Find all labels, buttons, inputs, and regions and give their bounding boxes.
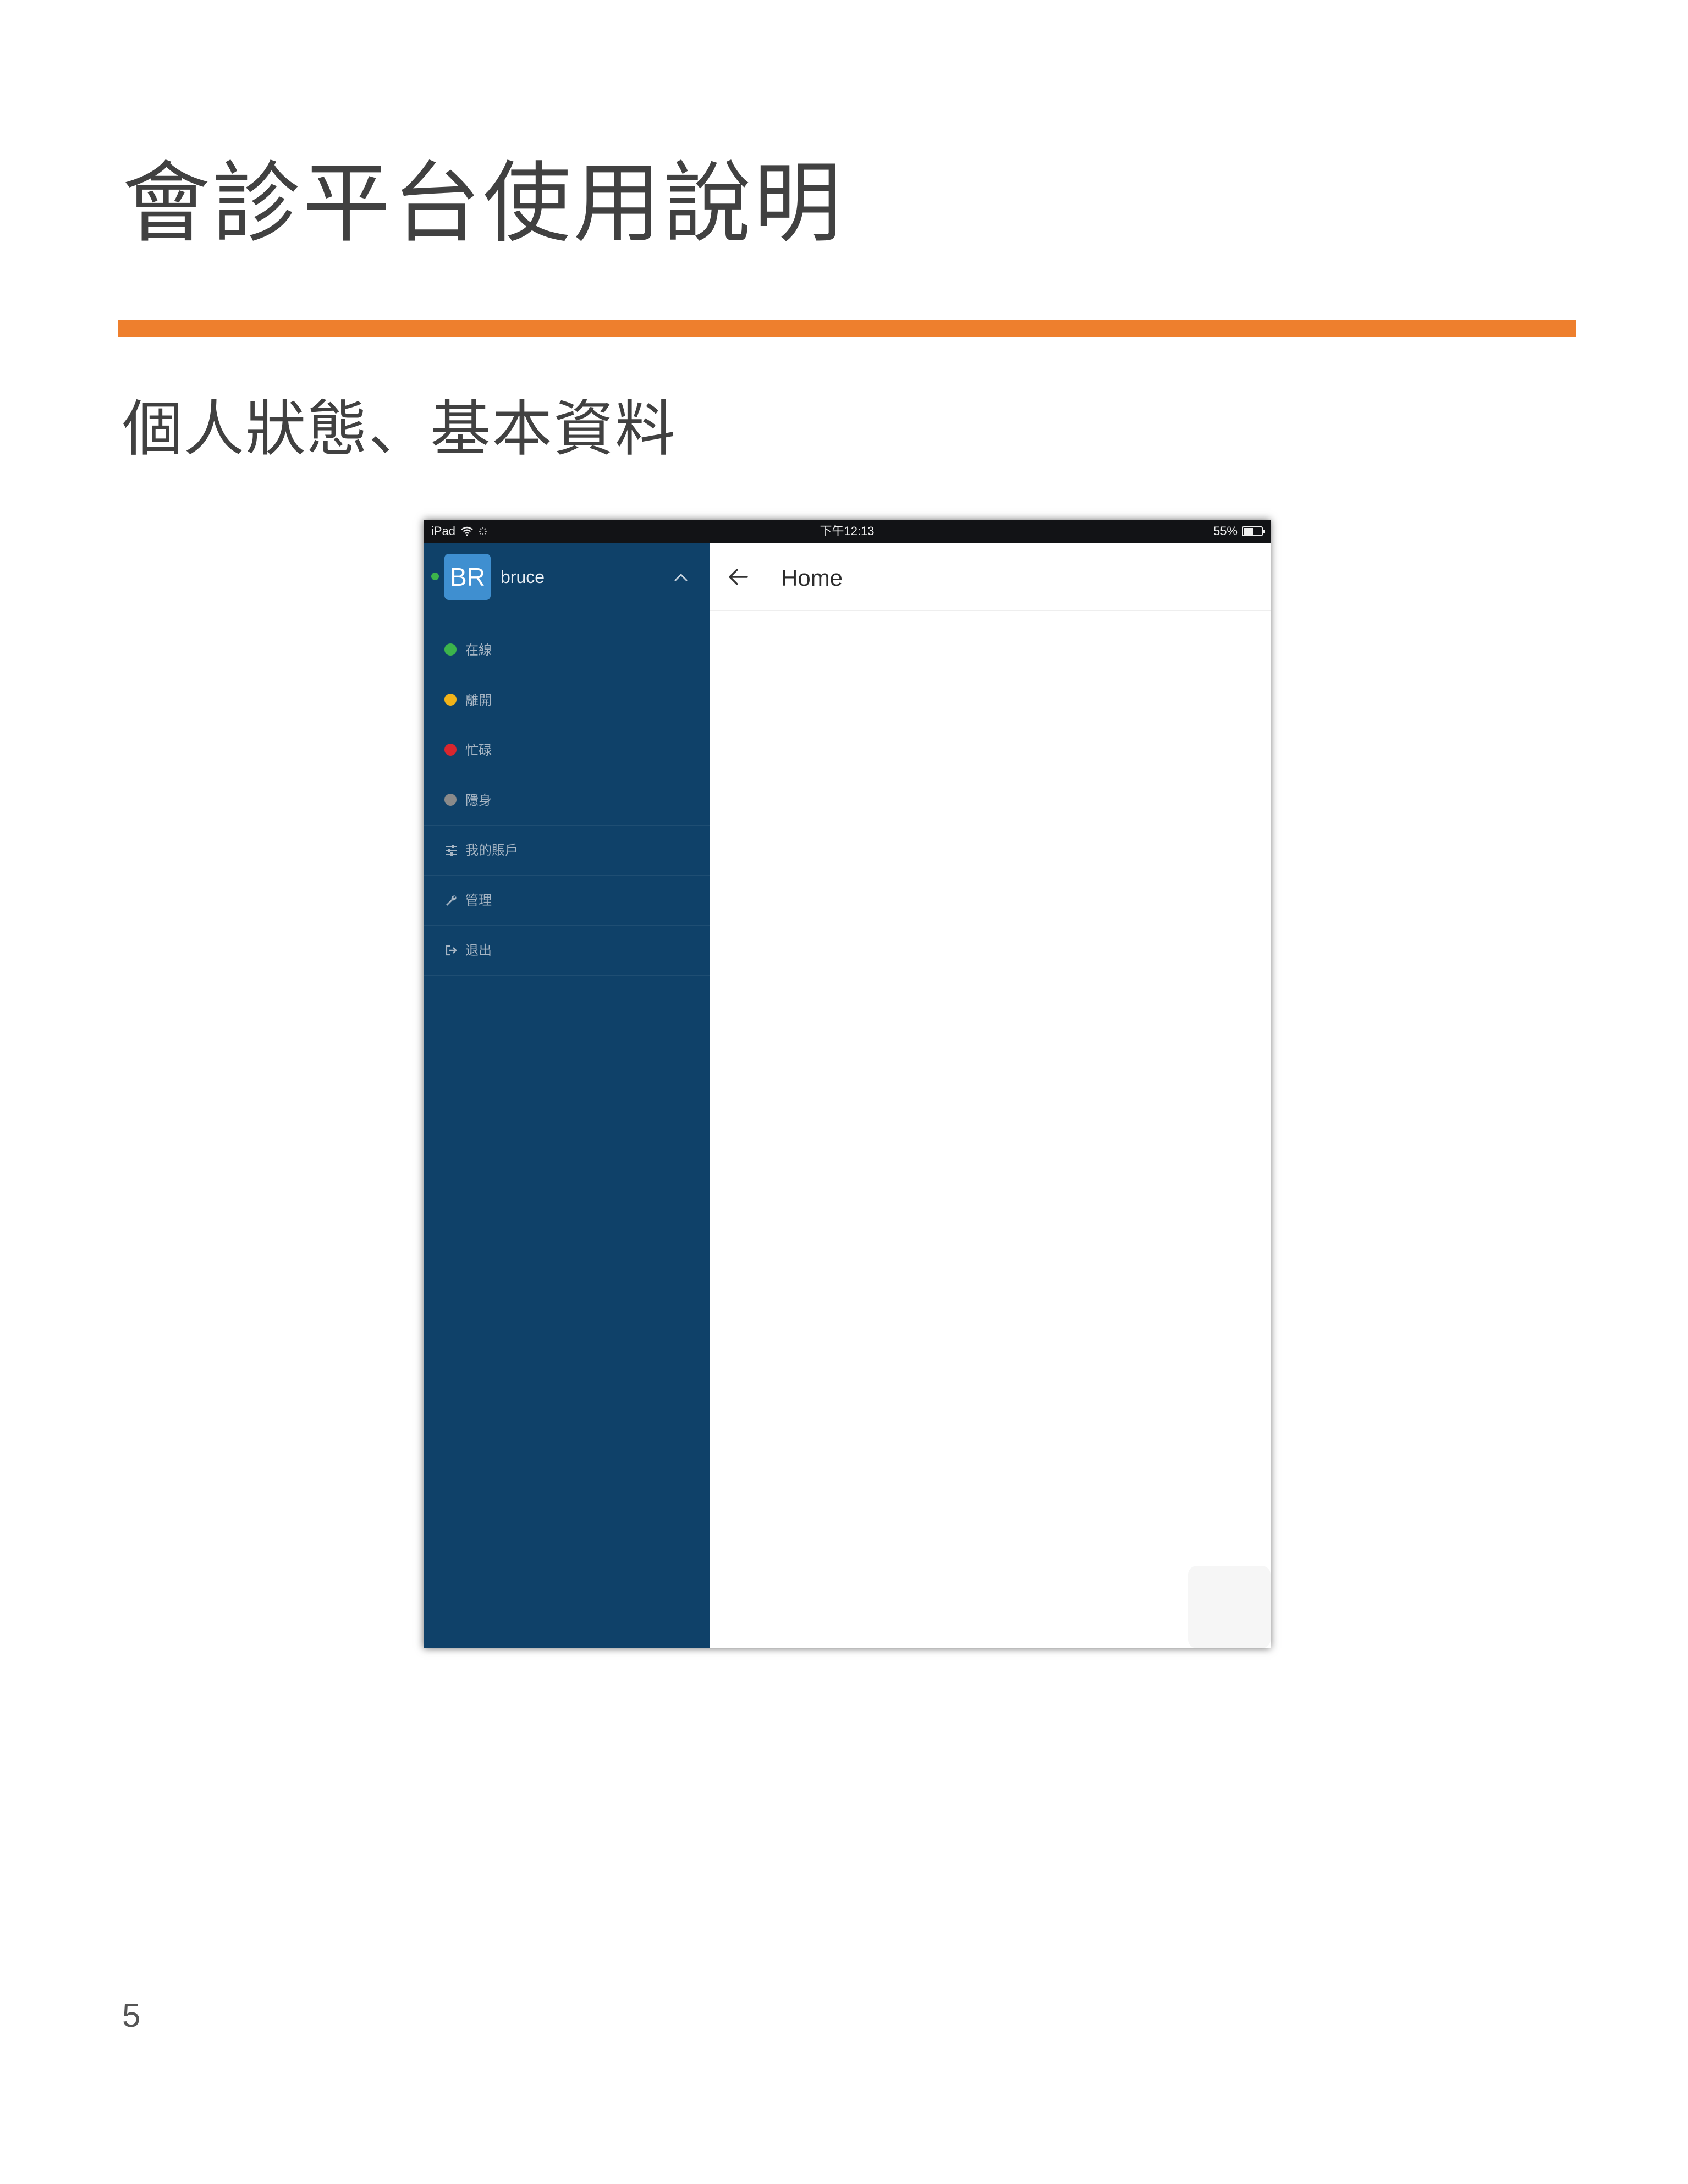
status-invisible-item[interactable]: 隱身 [424, 775, 710, 826]
logout-icon [446, 945, 457, 956]
menu-item-label: 忙碌 [465, 742, 492, 758]
red-dot-icon [444, 744, 458, 757]
admin-item[interactable]: 管理 [424, 876, 710, 926]
sidebar: BR bruce 在線 離開 忙碌 隱身 我的賬戶 管理 退出 [424, 543, 710, 1648]
status-busy-item[interactable]: 忙碌 [424, 725, 710, 775]
status-online-item[interactable]: 在線 [424, 625, 710, 675]
avatar[interactable]: BR [444, 554, 491, 600]
page-number: 5 [122, 1997, 141, 2034]
main-content: Home [710, 543, 1271, 1648]
appbar-title: Home [781, 565, 843, 591]
sliders-icon [446, 845, 457, 856]
status-time: 下午12:13 [820, 524, 875, 538]
status-away-item[interactable]: 離開 [424, 675, 710, 725]
gray-dot-icon [444, 794, 458, 807]
battery-percent: 55% [1213, 524, 1238, 538]
battery-level [1244, 528, 1253, 535]
app-screenshot: iPad 下午12:13 55% BR bruce 在線 離開 忙碌 隱身 我的… [424, 520, 1271, 1648]
battery-icon [1242, 526, 1265, 536]
menu-item-label: 離開 [465, 692, 492, 708]
yellow-dot-icon [444, 694, 458, 707]
my-account-item[interactable]: 我的賬戶 [424, 826, 710, 876]
green-dot-icon [444, 643, 458, 657]
title-rule [118, 320, 1576, 337]
logout-item[interactable]: 退出 [424, 926, 710, 976]
back-arrow-icon[interactable] [726, 565, 750, 589]
menu-item-label: 我的賬戶 [465, 843, 518, 858]
profile-header[interactable]: BR bruce [424, 543, 710, 609]
section-title: 個人狀態、基本資料 [122, 394, 677, 464]
username: bruce [501, 567, 545, 587]
presence-indicator [431, 573, 439, 580]
sidebar-menu: 在線 離開 忙碌 隱身 我的賬戶 管理 退出 [424, 625, 710, 976]
floating-button-placeholder[interactable] [1188, 1566, 1271, 1648]
menu-item-label: 退出 [465, 943, 492, 958]
document-title: 會診平台使用說明 [122, 152, 844, 255]
menu-item-label: 管理 [465, 893, 492, 908]
app-bar: Home [710, 543, 1271, 611]
wrench-icon [446, 895, 457, 906]
status-bar: iPad 下午12:13 55% [424, 520, 1271, 543]
menu-item-label: 隱身 [465, 793, 492, 808]
chevron-up-icon[interactable] [671, 567, 691, 587]
menu-item-label: 在線 [465, 642, 492, 658]
